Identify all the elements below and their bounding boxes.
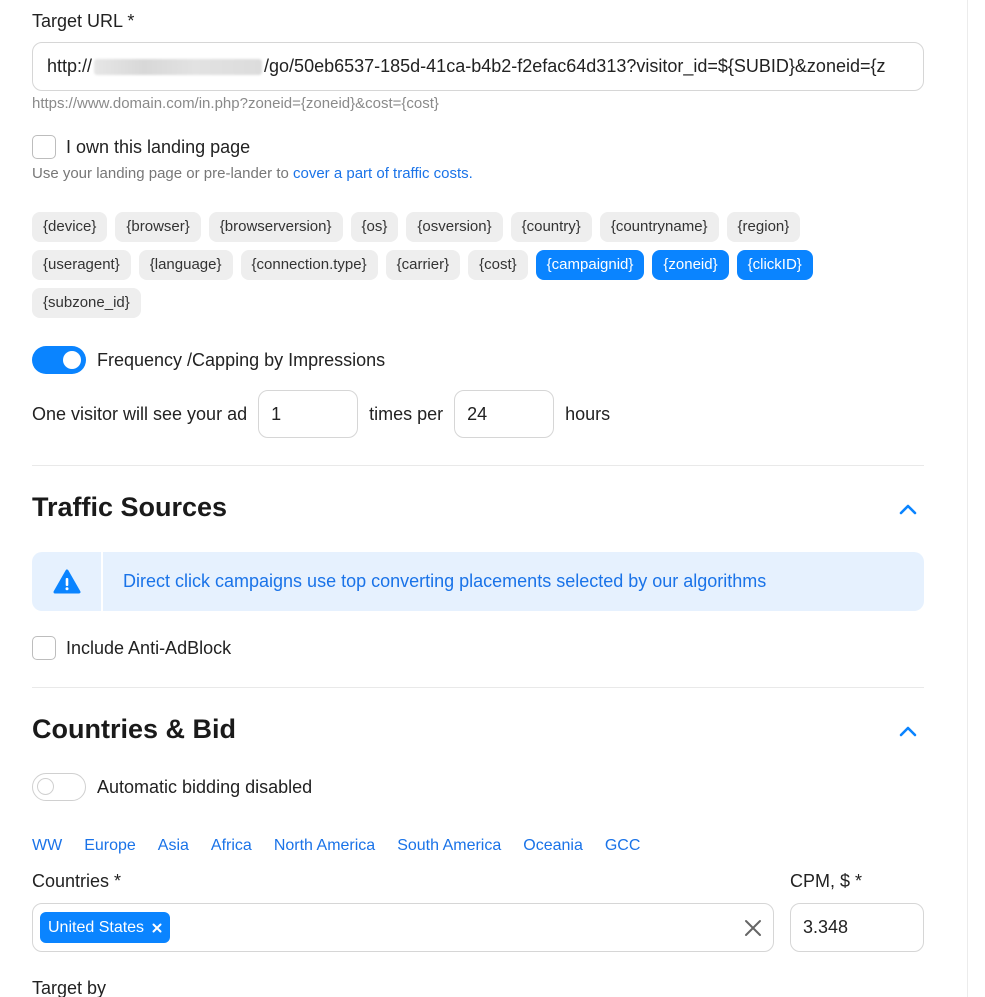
region-link[interactable]: North America [274,837,375,855]
right-border [967,0,968,997]
own-landing-checkbox[interactable] [32,135,56,159]
target-url-input[interactable]: http:// /go/50eb6537-185d-41ca-b4b2-f2efa… [32,42,924,91]
cover-costs-link[interactable]: cover a part of traffic costs. [293,165,473,182]
url-prefix: http:// [47,56,93,76]
anti-adblock-row[interactable]: Include Anti-AdBlock [32,636,231,660]
url-suffix: /go/50eb6537-185d-41ca-b4b2-f2efac64d313… [264,56,886,76]
region-link[interactable]: GCC [605,837,641,855]
country-chip-label: United States [48,919,145,936]
macro-tag[interactable]: {subzone_id} [32,288,141,318]
macro-tag[interactable]: {connection.type} [240,250,378,280]
macro-tag[interactable]: {language} [138,250,233,280]
auto-bidding-row: Automatic bidding disabled [32,773,312,801]
frequency-toggle[interactable] [32,346,86,374]
chevron-up-icon[interactable] [898,502,918,516]
macro-tag[interactable]: {useragent} [32,250,131,280]
macro-tag[interactable]: {country} [510,212,592,242]
own-landing-label: I own this landing page [66,136,251,157]
countries-select[interactable]: United States [32,903,774,952]
toggle-knob [63,351,81,369]
region-link[interactable]: Oceania [523,837,583,855]
macro-tag[interactable]: {campaignid} [535,250,645,280]
auto-bidding-toggle[interactable] [32,773,86,801]
warning-icon [53,569,80,593]
remove-icon[interactable] [152,923,162,933]
region-link[interactable]: South America [397,837,501,855]
divider [32,465,924,466]
frequency-row: Frequency /Capping by Impressions [32,346,385,374]
capping-row: One visitor will see your ad 1 times per… [32,390,610,438]
countries-label: Countries * [32,871,122,891]
macro-tag[interactable]: {countryname} [599,212,719,242]
hours-input[interactable]: 24 [454,390,555,438]
target-url-hint: https://www.domain.com/in.php?zoneid={zo… [32,95,439,112]
anti-adblock-checkbox[interactable] [32,636,56,660]
region-link[interactable]: Europe [84,837,136,855]
macro-tag[interactable]: {device} [32,212,108,242]
region-link[interactable]: WW [32,837,62,855]
macro-tags: {device} {browser} {browserversion} {os} {os… [32,212,892,318]
own-landing-row[interactable]: I own this landing page [32,135,250,159]
macro-tag[interactable]: {zoneid} [652,250,729,280]
own-landing-note: Use your landing page or pre-lander to c… [32,165,473,182]
toggle-knob [37,778,54,795]
chevron-up-icon[interactable] [898,724,918,738]
traffic-sources-title: Traffic Sources [32,492,228,522]
capping-middle: times per [369,403,444,424]
region-link[interactable]: Africa [211,837,252,855]
macro-tag[interactable]: {osversion} [406,212,503,242]
target-url-label: Target URL * [32,11,135,31]
times-input[interactable]: 1 [258,390,359,438]
info-banner: Direct click campaigns use top convertin… [32,552,924,611]
country-chip: United States [40,912,171,943]
macro-tag[interactable]: {region} [726,212,801,242]
capping-suffix: hours [565,403,611,424]
macro-tag[interactable]: {browser} [115,212,201,242]
macro-tag[interactable]: {os} [350,212,399,242]
info-icon-cell [32,552,103,611]
divider [32,687,924,688]
macro-tag[interactable]: {browserversion} [208,212,343,242]
auto-bidding-label: Automatic bidding disabled [97,776,313,797]
redacted-domain [94,59,263,76]
region-link[interactable]: Asia [158,837,189,855]
cpm-input[interactable]: 3.348 [790,903,924,952]
cpm-label: CPM, $ * [790,871,863,891]
clear-icon[interactable] [743,918,763,938]
own-landing-note-text: Use your landing page or pre-lander to [32,165,293,182]
macro-tag[interactable]: {carrier} [385,250,461,280]
info-text: Direct click campaigns use top convertin… [123,571,767,591]
region-links: WW Europe Asia Africa North America South Ame… [32,837,640,855]
anti-adblock-label: Include Anti-AdBlock [66,637,232,658]
frequency-label: Frequency /Capping by Impressions [97,349,386,370]
macro-tag[interactable]: {cost} [468,250,528,280]
capping-prefix: One visitor will see your ad [32,403,248,424]
countries-bid-title: Countries & Bid [32,714,237,744]
target-by-label: Target by [32,978,107,997]
macro-tag[interactable]: {clickID} [736,250,813,280]
